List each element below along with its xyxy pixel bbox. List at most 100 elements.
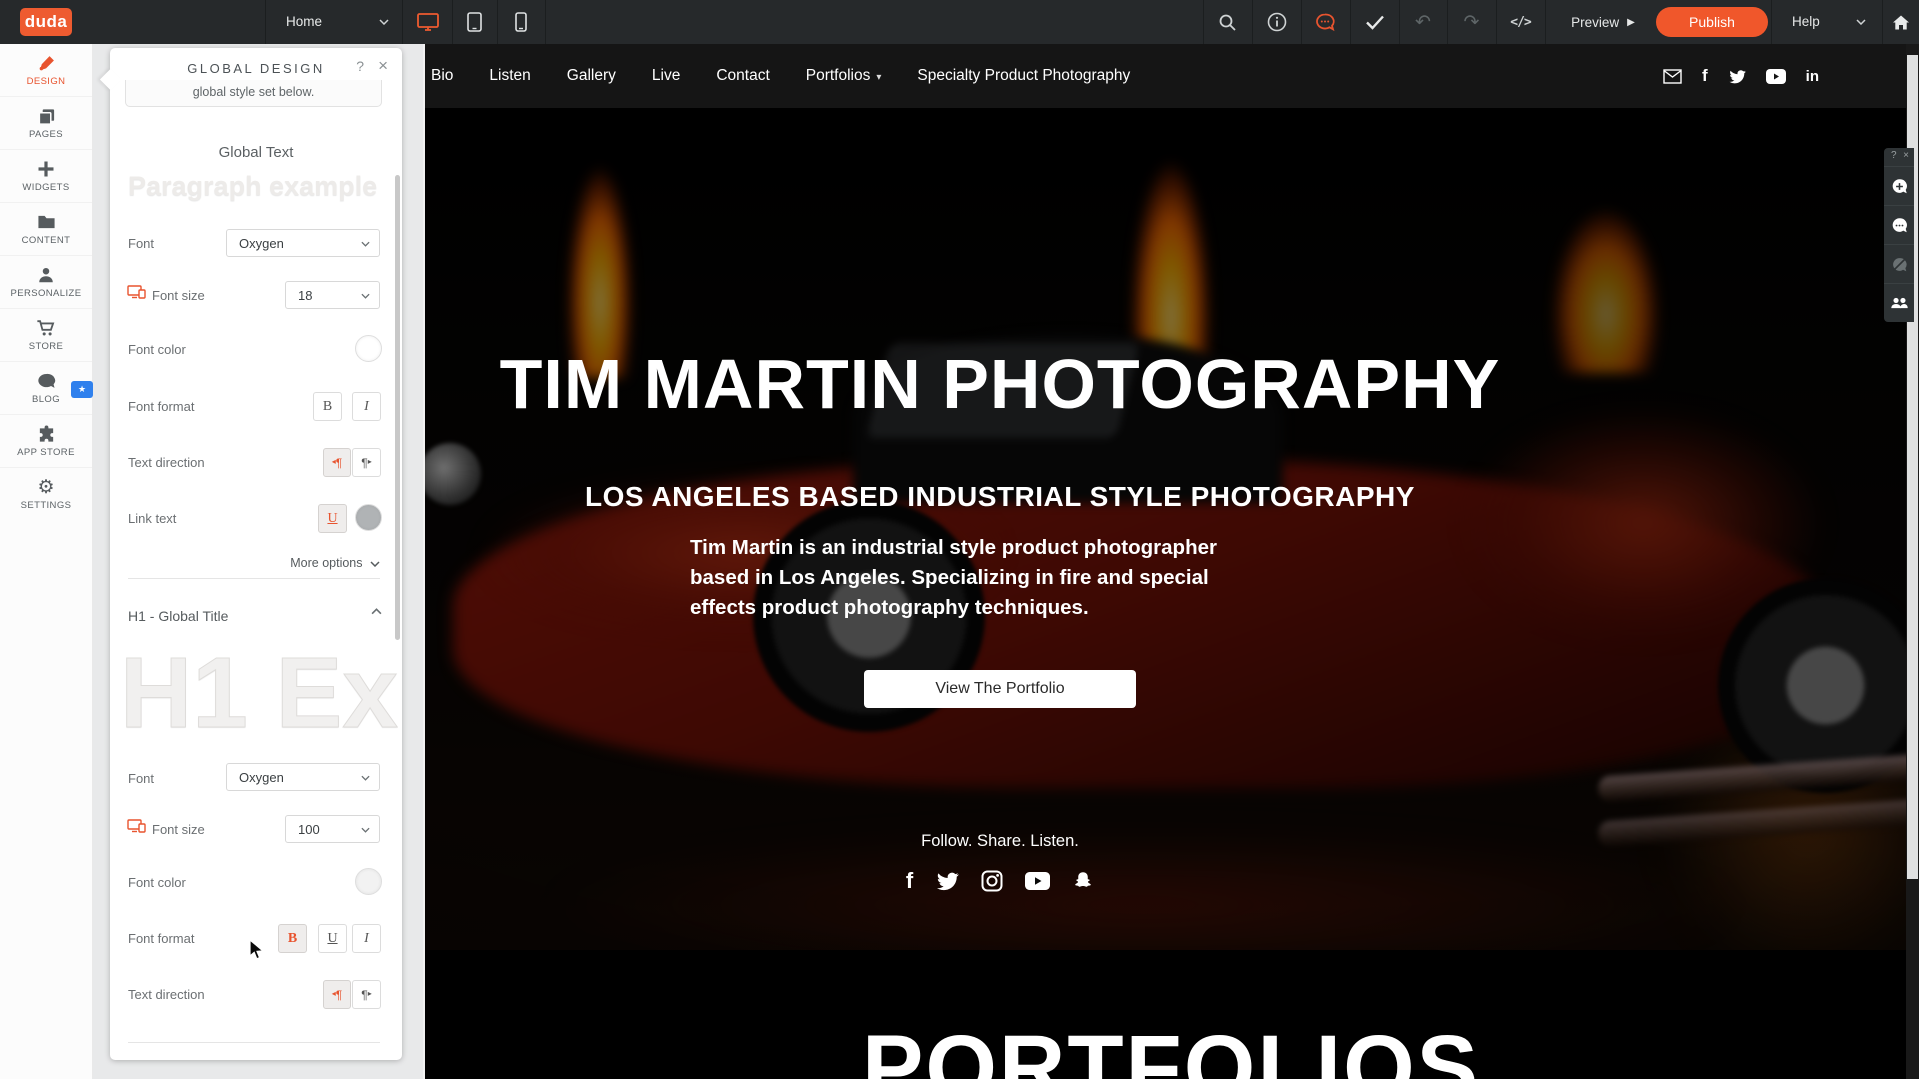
- section-divider: [128, 578, 380, 579]
- nav-item-gallery[interactable]: Gallery: [567, 67, 616, 85]
- sidebar-item-widgets[interactable]: WIDGETS: [0, 150, 92, 203]
- font-color-label: Font color: [128, 875, 186, 890]
- redo-icon[interactable]: ↷: [1447, 0, 1496, 44]
- youtube-icon[interactable]: [1025, 868, 1050, 894]
- page-selector-dropdown[interactable]: Home: [265, 0, 402, 44]
- rtl-direction-button[interactable]: ¶▸: [352, 448, 381, 477]
- add-comment-icon[interactable]: [1884, 166, 1914, 205]
- sidebar-item-personalize[interactable]: PERSONALIZE: [0, 256, 92, 309]
- comments-list-icon[interactable]: [1884, 205, 1914, 244]
- hero-social-icons: f: [423, 868, 1577, 894]
- mobile-view-button[interactable]: [497, 0, 545, 44]
- h1-underline-button[interactable]: U: [318, 924, 347, 953]
- facebook-icon[interactable]: f: [1702, 66, 1708, 86]
- search-icon[interactable]: [1203, 0, 1252, 44]
- font-label: Font: [128, 236, 154, 251]
- text-direction-label: Text direction: [128, 987, 205, 1002]
- twitter-icon[interactable]: [935, 868, 959, 894]
- info-icon[interactable]: [1252, 0, 1301, 44]
- instagram-icon[interactable]: [981, 868, 1003, 894]
- chevron-down-icon: [361, 241, 370, 247]
- editor-sidebar: DESIGN PAGES WIDGETS CONTENT PERSONALIZE…: [0, 44, 93, 1079]
- responsive-devices-icon: [127, 819, 146, 838]
- panel-help-icon[interactable]: ?: [356, 58, 364, 74]
- email-icon[interactable]: [1663, 69, 1682, 84]
- site-check-icon[interactable]: [1350, 0, 1399, 44]
- facebook-icon[interactable]: f: [906, 868, 913, 894]
- italic-button[interactable]: I: [352, 392, 381, 421]
- cart-icon: [0, 318, 92, 338]
- header-social-icons: f in: [1663, 44, 1819, 108]
- font-color-swatch[interactable]: [355, 335, 382, 362]
- ltr-direction-button[interactable]: ◂¶: [323, 448, 351, 477]
- hero-paragraph: Tim Martin is an industrial style produc…: [690, 533, 1270, 623]
- duda-logo[interactable]: duda: [20, 8, 72, 36]
- bold-button[interactable]: B: [313, 392, 342, 421]
- close-icon[interactable]: ×: [1903, 150, 1909, 166]
- view-portfolio-button[interactable]: View The Portfolio: [864, 670, 1136, 708]
- font-size-dropdown[interactable]: 18: [285, 281, 380, 309]
- nav-item-specialty[interactable]: Specialty Product Photography: [917, 67, 1130, 85]
- preview-button[interactable]: Preview ▶: [1553, 0, 1653, 44]
- separator: [1771, 0, 1772, 44]
- youtube-icon[interactable]: [1766, 69, 1786, 84]
- more-options-link[interactable]: More options: [290, 556, 380, 570]
- collapse-chevron-up-icon[interactable]: [371, 608, 382, 615]
- help-dropdown[interactable]: Help: [1782, 0, 1882, 44]
- panel-scrollbar-thumb[interactable]: [395, 175, 400, 640]
- sidebar-item-app-store[interactable]: APP STORE: [0, 415, 92, 468]
- page-selector-label: Home: [286, 14, 322, 29]
- app-store-star-badge: ★: [71, 381, 93, 398]
- link-color-swatch[interactable]: [355, 504, 382, 531]
- font-dropdown[interactable]: Oxygen: [226, 229, 380, 257]
- undo-icon[interactable]: ↶: [1399, 0, 1447, 44]
- dashboard-home-icon[interactable]: [1882, 0, 1919, 44]
- paragraph-example-preview: Paragraph example: [128, 171, 377, 202]
- plus-icon: [0, 159, 92, 179]
- link-text-label: Link text: [128, 511, 176, 526]
- tablet-view-button[interactable]: [452, 0, 497, 44]
- h1-font-color-swatch[interactable]: [355, 868, 382, 895]
- close-icon[interactable]: ×: [378, 56, 388, 76]
- feedback-help-icon[interactable]: ?: [1891, 150, 1897, 166]
- chevron-down-icon: [361, 775, 370, 781]
- h1-italic-button[interactable]: I: [352, 924, 381, 953]
- nav-item-bio[interactable]: Bio: [431, 67, 453, 85]
- hero-title: TIM MARTIN PHOTOGRAPHY: [423, 344, 1577, 424]
- h1-font-dropdown[interactable]: Oxygen: [226, 763, 380, 791]
- hero-subtitle: LOS ANGELES BASED INDUSTRIAL STYLE PHOTO…: [423, 481, 1577, 513]
- dev-mode-icon[interactable]: </>: [1496, 0, 1545, 44]
- twitter-icon[interactable]: [1728, 69, 1746, 84]
- sidebar-item-pages[interactable]: PAGES: [0, 97, 92, 150]
- h1-ltr-direction-button[interactable]: ◂¶: [323, 980, 351, 1009]
- sidebar-item-settings[interactable]: ⚙ SETTINGS: [0, 468, 92, 521]
- h1-font-size-dropdown[interactable]: 100: [285, 815, 380, 843]
- chevron-down-icon: [361, 293, 370, 299]
- h1-section-heading: H1 - Global Title: [128, 608, 228, 624]
- nav-item-listen[interactable]: Listen: [489, 67, 530, 85]
- chevron-down-icon: [361, 827, 370, 833]
- h1-rtl-direction-button[interactable]: ¶▸: [352, 980, 381, 1009]
- pages-icon: [0, 106, 92, 126]
- font-format-label: Font format: [128, 399, 194, 414]
- nav-item-portfolios[interactable]: Portfolios▾: [806, 67, 882, 85]
- nav-item-live[interactable]: Live: [652, 67, 680, 85]
- desktop-view-button[interactable]: [403, 0, 452, 44]
- sidebar-item-content[interactable]: CONTENT: [0, 203, 92, 256]
- linkedin-icon[interactable]: in: [1806, 68, 1819, 85]
- hide-comments-icon[interactable]: [1884, 244, 1914, 283]
- portfolios-section-title: PORTFOLIOS: [423, 1016, 1919, 1079]
- h1-example-preview: H1 Example: [120, 636, 398, 751]
- sidebar-item-store[interactable]: STORE: [0, 309, 92, 362]
- publish-button[interactable]: Publish: [1656, 7, 1768, 37]
- sidebar-item-design[interactable]: DESIGN: [0, 44, 92, 97]
- snapchat-icon[interactable]: [1072, 868, 1094, 894]
- collaborators-icon[interactable]: [1884, 283, 1914, 322]
- font-format-label: Font format: [128, 931, 194, 946]
- comments-icon[interactable]: [1301, 0, 1350, 44]
- link-underline-button[interactable]: U: [318, 504, 347, 533]
- puzzle-icon: [0, 424, 92, 444]
- h1-bold-button[interactable]: B: [278, 924, 307, 953]
- section-divider: [128, 1042, 380, 1043]
- nav-item-contact[interactable]: Contact: [716, 67, 769, 85]
